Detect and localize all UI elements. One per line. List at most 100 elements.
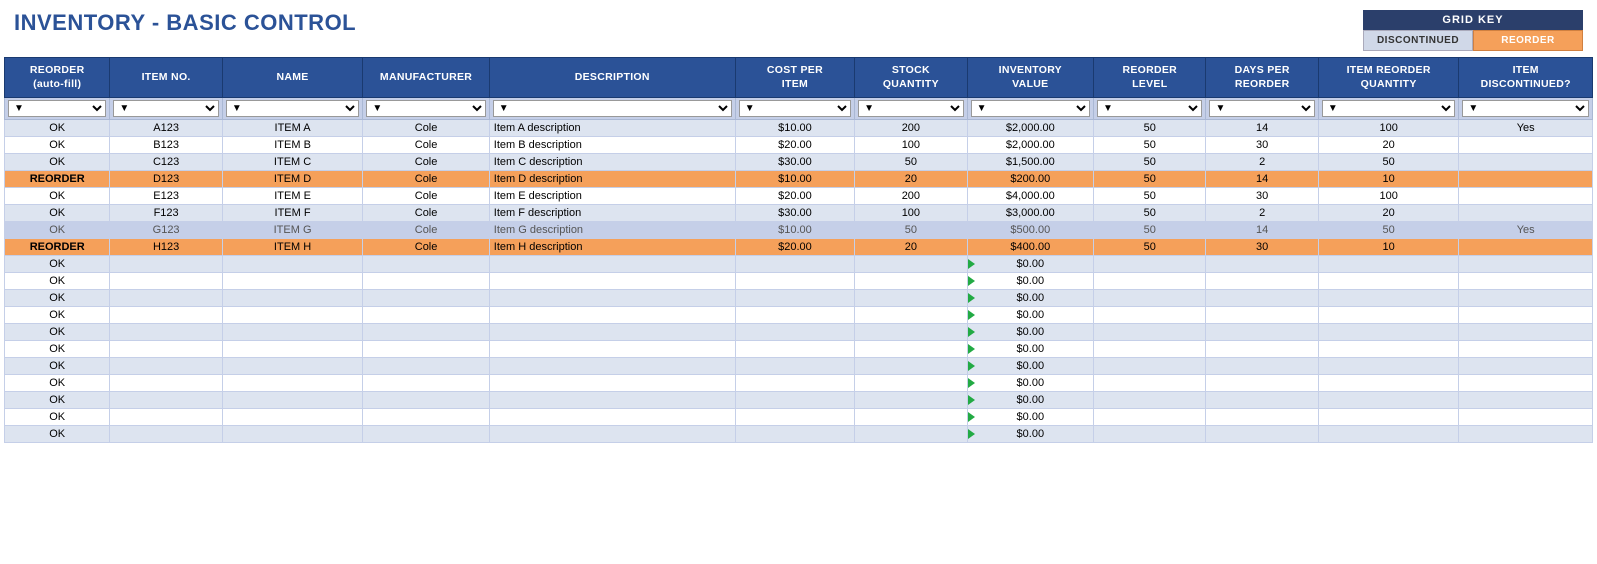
cell-reorder: REORDER — [5, 171, 110, 188]
cell-daysper — [1206, 307, 1318, 324]
cell-cost — [735, 409, 854, 426]
cell-itemreordqty: 20 — [1318, 205, 1459, 222]
cell-cost — [735, 307, 854, 324]
cell-description — [489, 307, 735, 324]
cell-cost — [735, 358, 854, 375]
cell-itemno — [110, 290, 222, 307]
cell-reorderlevel — [1094, 392, 1206, 409]
cell-manufacturer — [363, 409, 489, 426]
cell-discontinued — [1459, 239, 1593, 256]
col-header-invval: INVENTORYVALUE — [967, 58, 1093, 98]
cell-itemno: G123 — [110, 222, 222, 239]
cell-cost — [735, 290, 854, 307]
cell-itemreordqty: 100 — [1318, 188, 1459, 205]
cell-itemno: C123 — [110, 154, 222, 171]
cell-itemreordqty: 20 — [1318, 137, 1459, 154]
filter-invval[interactable]: ▼ — [967, 98, 1093, 120]
table-row: OK$0.00 — [5, 256, 1593, 273]
col-header-cost: COST PERITEM — [735, 58, 854, 98]
filter-name[interactable]: ▼ — [222, 98, 363, 120]
cell-manufacturer — [363, 307, 489, 324]
cell-stockqty: 200 — [855, 188, 967, 205]
cell-cost: $10.00 — [735, 171, 854, 188]
table-row: OK$0.00 — [5, 358, 1593, 375]
grid-key-reorder: REORDER — [1473, 30, 1583, 51]
cell-reorderlevel: 50 — [1094, 120, 1206, 137]
cell-itemno: D123 — [110, 171, 222, 188]
cell-cost — [735, 392, 854, 409]
cell-reorder: REORDER — [5, 239, 110, 256]
cell-description — [489, 341, 735, 358]
cell-description — [489, 273, 735, 290]
cell-daysper: 30 — [1206, 239, 1318, 256]
filter-daysper[interactable]: ▼ — [1206, 98, 1318, 120]
cell-description: Item F description — [489, 205, 735, 222]
cell-name: ITEM G — [222, 222, 363, 239]
cell-description: Item H description — [489, 239, 735, 256]
filter-cost[interactable]: ▼ — [735, 98, 854, 120]
filter-itemreordqty[interactable]: ▼ — [1318, 98, 1459, 120]
cell-itemno — [110, 426, 222, 443]
filter-discontinued[interactable]: ▼ — [1459, 98, 1593, 120]
cell-reorder: OK — [5, 409, 110, 426]
cell-invval: $0.00 — [967, 358, 1093, 375]
cell-itemreordqty — [1318, 341, 1459, 358]
grid-key-legend: DISCONTINUED REORDER — [1363, 30, 1583, 51]
cell-reorderlevel: 50 — [1094, 171, 1206, 188]
cell-reorderlevel — [1094, 426, 1206, 443]
cell-reorder: OK — [5, 426, 110, 443]
filter-manufacturer[interactable]: ▼ — [363, 98, 489, 120]
cell-invval: $1,500.00 — [967, 154, 1093, 171]
cell-stockqty: 50 — [855, 154, 967, 171]
cell-daysper: 30 — [1206, 137, 1318, 154]
cell-stockqty: 50 — [855, 222, 967, 239]
cell-invval: $0.00 — [967, 307, 1093, 324]
cell-description: Item D description — [489, 171, 735, 188]
table-row: OKG123ITEM GColeItem G description$10.00… — [5, 222, 1593, 239]
filter-itemno[interactable]: ▼ — [110, 98, 222, 120]
cell-name — [222, 324, 363, 341]
cell-description — [489, 392, 735, 409]
cell-invval: $400.00 — [967, 239, 1093, 256]
cell-reorder: OK — [5, 392, 110, 409]
table-filter-row[interactable]: ▼ ▼ ▼ ▼ ▼ ▼ ▼ ▼ ▼ ▼ ▼ ▼ — [5, 98, 1593, 120]
cell-reorder: OK — [5, 188, 110, 205]
cell-manufacturer — [363, 290, 489, 307]
filter-stockqty[interactable]: ▼ — [855, 98, 967, 120]
table-row: REORDERD123ITEM DColeItem D description$… — [5, 171, 1593, 188]
filter-reorderlevel[interactable]: ▼ — [1094, 98, 1206, 120]
cell-name — [222, 307, 363, 324]
filter-reorder[interactable]: ▼ — [5, 98, 110, 120]
cell-manufacturer — [363, 392, 489, 409]
cell-cost: $30.00 — [735, 154, 854, 171]
cell-discontinued — [1459, 171, 1593, 188]
cell-stockqty: 100 — [855, 205, 967, 222]
col-header-reorder: REORDER(auto-fill) — [5, 58, 110, 98]
grid-key-discontinued: DISCONTINUED — [1363, 30, 1473, 51]
cell-invval: $200.00 — [967, 171, 1093, 188]
cell-description — [489, 358, 735, 375]
cell-manufacturer: Cole — [363, 205, 489, 222]
cell-daysper: 14 — [1206, 120, 1318, 137]
cell-reorder: OK — [5, 205, 110, 222]
cell-reorderlevel: 50 — [1094, 154, 1206, 171]
cell-itemreordqty — [1318, 324, 1459, 341]
cell-reorderlevel — [1094, 324, 1206, 341]
cell-discontinued — [1459, 324, 1593, 341]
cell-name — [222, 256, 363, 273]
cell-name: ITEM E — [222, 188, 363, 205]
table-body: OKA123ITEM AColeItem A description$10.00… — [5, 120, 1593, 443]
cell-cost — [735, 426, 854, 443]
cell-cost: $10.00 — [735, 222, 854, 239]
cell-daysper — [1206, 409, 1318, 426]
filter-description[interactable]: ▼ — [489, 98, 735, 120]
cell-name: ITEM C — [222, 154, 363, 171]
col-header-description: DESCRIPTION — [489, 58, 735, 98]
cell-stockqty: 200 — [855, 120, 967, 137]
cell-stockqty — [855, 392, 967, 409]
cell-discontinued: Yes — [1459, 120, 1593, 137]
cell-description — [489, 409, 735, 426]
cell-itemno — [110, 409, 222, 426]
cell-description — [489, 426, 735, 443]
cell-daysper — [1206, 426, 1318, 443]
